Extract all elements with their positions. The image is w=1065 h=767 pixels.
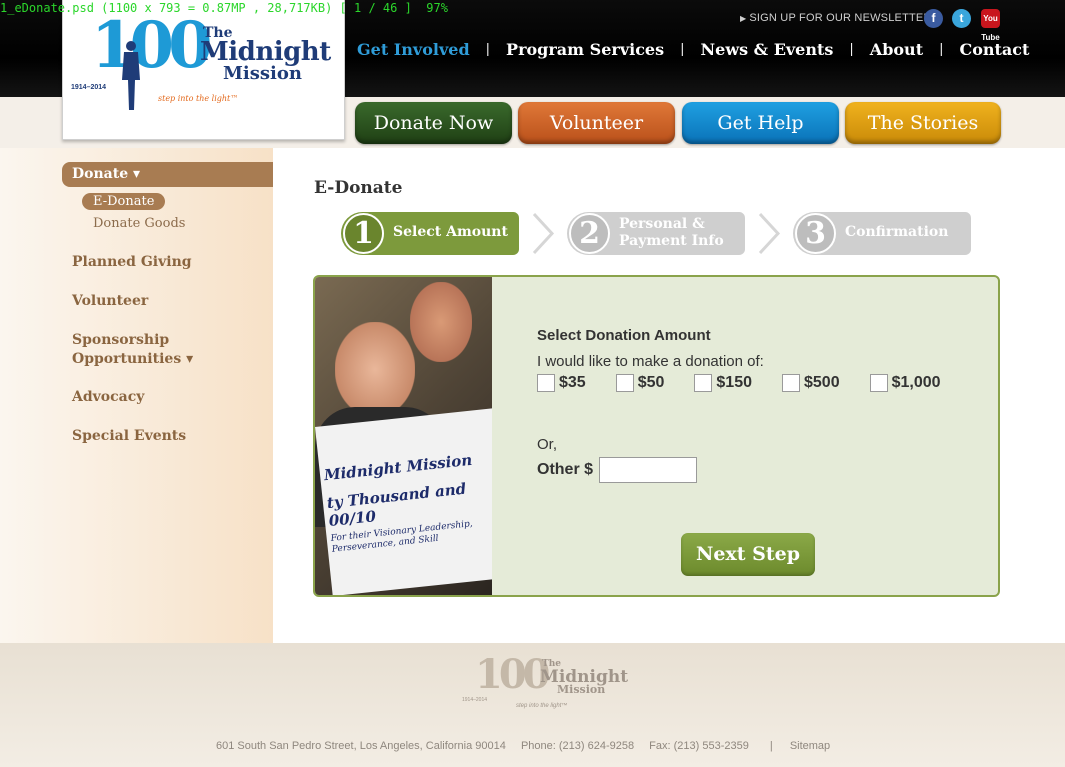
sidebar-item-donate-goods[interactable]: Donate Goods <box>93 216 185 231</box>
amount-label: $50 <box>637 374 665 391</box>
amount-option-1000[interactable]: $1,000 <box>869 374 941 392</box>
donation-photo: Midnight Mission ty Thousand and 00/10 F… <box>315 277 492 595</box>
sidebar-item-advocacy[interactable]: Advocacy <box>72 388 144 407</box>
the-stories-button[interactable]: The Stories <box>845 102 1001 144</box>
footer-phone: Phone: (213) 624-9258 <box>520 740 635 752</box>
viewer-caption: 1_eDonate.psd (1100 x 793 = 0.87MP , 28,… <box>0 1 448 15</box>
top-navigation: Get Involved | Program Services | News &… <box>357 40 1029 59</box>
footer-logo-tagline: step into the light™ <box>516 703 568 709</box>
nav-news-events[interactable]: News & Events <box>701 40 834 59</box>
donation-form: Select Donation Amount I would like to m… <box>537 327 941 483</box>
footer-separator: | <box>769 740 773 752</box>
page-title: E-Donate <box>314 178 403 198</box>
facebook-icon[interactable]: f <box>924 9 943 28</box>
form-heading: Select Donation Amount <box>537 327 711 344</box>
nav-about[interactable]: About <box>870 40 923 59</box>
footer-address: 601 South San Pedro Street, Los Angeles,… <box>216 740 506 752</box>
chevron-right-icon <box>532 212 555 255</box>
step-2-personal-payment: 2 Personal & Payment Info <box>567 212 745 255</box>
other-amount-input[interactable] <box>599 457 698 483</box>
site-footer: 100 The Midnight Mission 1914–2014 step … <box>0 643 1065 767</box>
amount-checkbox[interactable] <box>615 374 634 392</box>
footer-sitemap-link[interactable]: Sitemap <box>790 740 830 752</box>
photo-person <box>335 322 415 417</box>
amount-options: $35 $50 $150 $500 $1,000 <box>537 374 941 392</box>
sidebar-item-sponsorship[interactable]: Sponsorship Opportunities ▾ <box>72 331 193 369</box>
nav-separator: | <box>939 42 944 57</box>
amount-label: $35 <box>559 374 586 391</box>
nav-contact[interactable]: Contact <box>959 40 1029 59</box>
other-amount-label: Other $ <box>537 461 594 478</box>
amount-checkbox[interactable] <box>694 374 713 392</box>
main-content: E-Donate 1 Select Amount 2 Personal & Pa… <box>273 148 1065 643</box>
sidebar-item-volunteer[interactable]: Volunteer <box>72 292 148 311</box>
nav-get-involved[interactable]: Get Involved <box>357 40 470 59</box>
amount-label: $1,000 <box>891 374 941 391</box>
amount-checkbox[interactable] <box>782 374 800 392</box>
sidebar-donate-label: Donate <box>72 166 129 182</box>
photo-check: Midnight Mission ty Thousand and 00/10 F… <box>315 407 492 595</box>
amount-checkbox[interactable] <box>537 374 555 392</box>
step-number: 2 <box>569 213 610 254</box>
logo-100: 100 <box>91 8 213 83</box>
footer-logo-years: 1914–2014 <box>462 697 488 703</box>
sidebar: Donate ▾ E-Donate Donate Goods Planned G… <box>0 148 273 643</box>
sidebar-item-special-events[interactable]: Special Events <box>72 427 186 446</box>
logo-mission: Mission <box>223 63 302 84</box>
sponsorship-line1: Sponsorship <box>72 332 170 348</box>
sidebar-item-planned-giving[interactable]: Planned Giving <box>72 253 192 272</box>
twitter-icon[interactable]: t <box>952 9 971 28</box>
or-label: Or, <box>537 436 558 453</box>
amount-option-50[interactable]: $50 <box>615 374 665 392</box>
step-number: 1 <box>343 213 384 254</box>
step-1-select-amount: 1 Select Amount <box>341 212 519 255</box>
amount-checkbox[interactable] <box>869 374 888 392</box>
sponsorship-line2: Opportunities <box>72 351 182 367</box>
get-help-button[interactable]: Get Help <box>682 102 839 144</box>
logo-years: 1914–2014 <box>71 84 107 91</box>
donation-panel: Midnight Mission ty Thousand and 00/10 F… <box>313 275 1000 597</box>
play-triangle-icon: ▶ <box>740 14 747 23</box>
step-label-line2: Payment Info <box>619 233 724 249</box>
amount-label: $500 <box>804 374 840 391</box>
walking-figure-icon <box>122 41 140 110</box>
sidebar-item-e-donate[interactable]: E-Donate <box>82 193 166 210</box>
step-label-line1: Personal & <box>619 216 705 232</box>
newsletter-link[interactable]: ▶ SIGN UP FOR OUR NEWSLETTER <box>740 12 932 24</box>
step-label: Select Amount <box>393 224 508 240</box>
photo-person <box>410 282 472 362</box>
other-amount-row: Other $ <box>537 457 941 483</box>
site-logo[interactable]: 100 The Midnight Mission 1914–2014 step … <box>62 0 345 140</box>
nav-program-services[interactable]: Program Services <box>506 40 664 59</box>
step-number: 3 <box>795 213 836 254</box>
caret-down-icon: ▾ <box>132 166 141 182</box>
nav-separator: | <box>849 42 854 57</box>
form-lead: I would like to make a donation of: <box>537 353 764 370</box>
step-3-confirmation: 3 Confirmation <box>793 212 971 255</box>
sidebar-item-donate[interactable]: Donate ▾ <box>62 162 273 187</box>
amount-option-150[interactable]: $150 <box>694 374 752 392</box>
next-step-button[interactable]: Next Step <box>681 533 815 576</box>
footer-contact: 601 South San Pedro Street, Los Angeles,… <box>216 740 842 752</box>
volunteer-button[interactable]: Volunteer <box>518 102 675 144</box>
chevron-right-icon <box>758 212 781 255</box>
amount-option-500[interactable]: $500 <box>782 374 840 392</box>
donate-now-button[interactable]: Donate Now <box>355 102 512 144</box>
logo-tagline: step into the light™ <box>158 94 239 103</box>
footer-logo-100: 100 <box>475 651 550 698</box>
youtube-icon[interactable]: You Tube <box>981 9 1000 42</box>
nav-separator: | <box>485 42 491 57</box>
amount-label: $150 <box>716 374 752 391</box>
nav-separator: | <box>680 42 685 57</box>
footer-logo-mission: Mission <box>557 683 606 696</box>
step-label: Confirmation <box>845 224 949 240</box>
amount-option-35[interactable]: $35 <box>537 374 586 392</box>
newsletter-label: SIGN UP FOR OUR NEWSLETTER <box>749 12 932 24</box>
footer-fax: Fax: (213) 553-2359 <box>649 740 749 752</box>
caret-down-icon: ▾ <box>186 351 194 367</box>
